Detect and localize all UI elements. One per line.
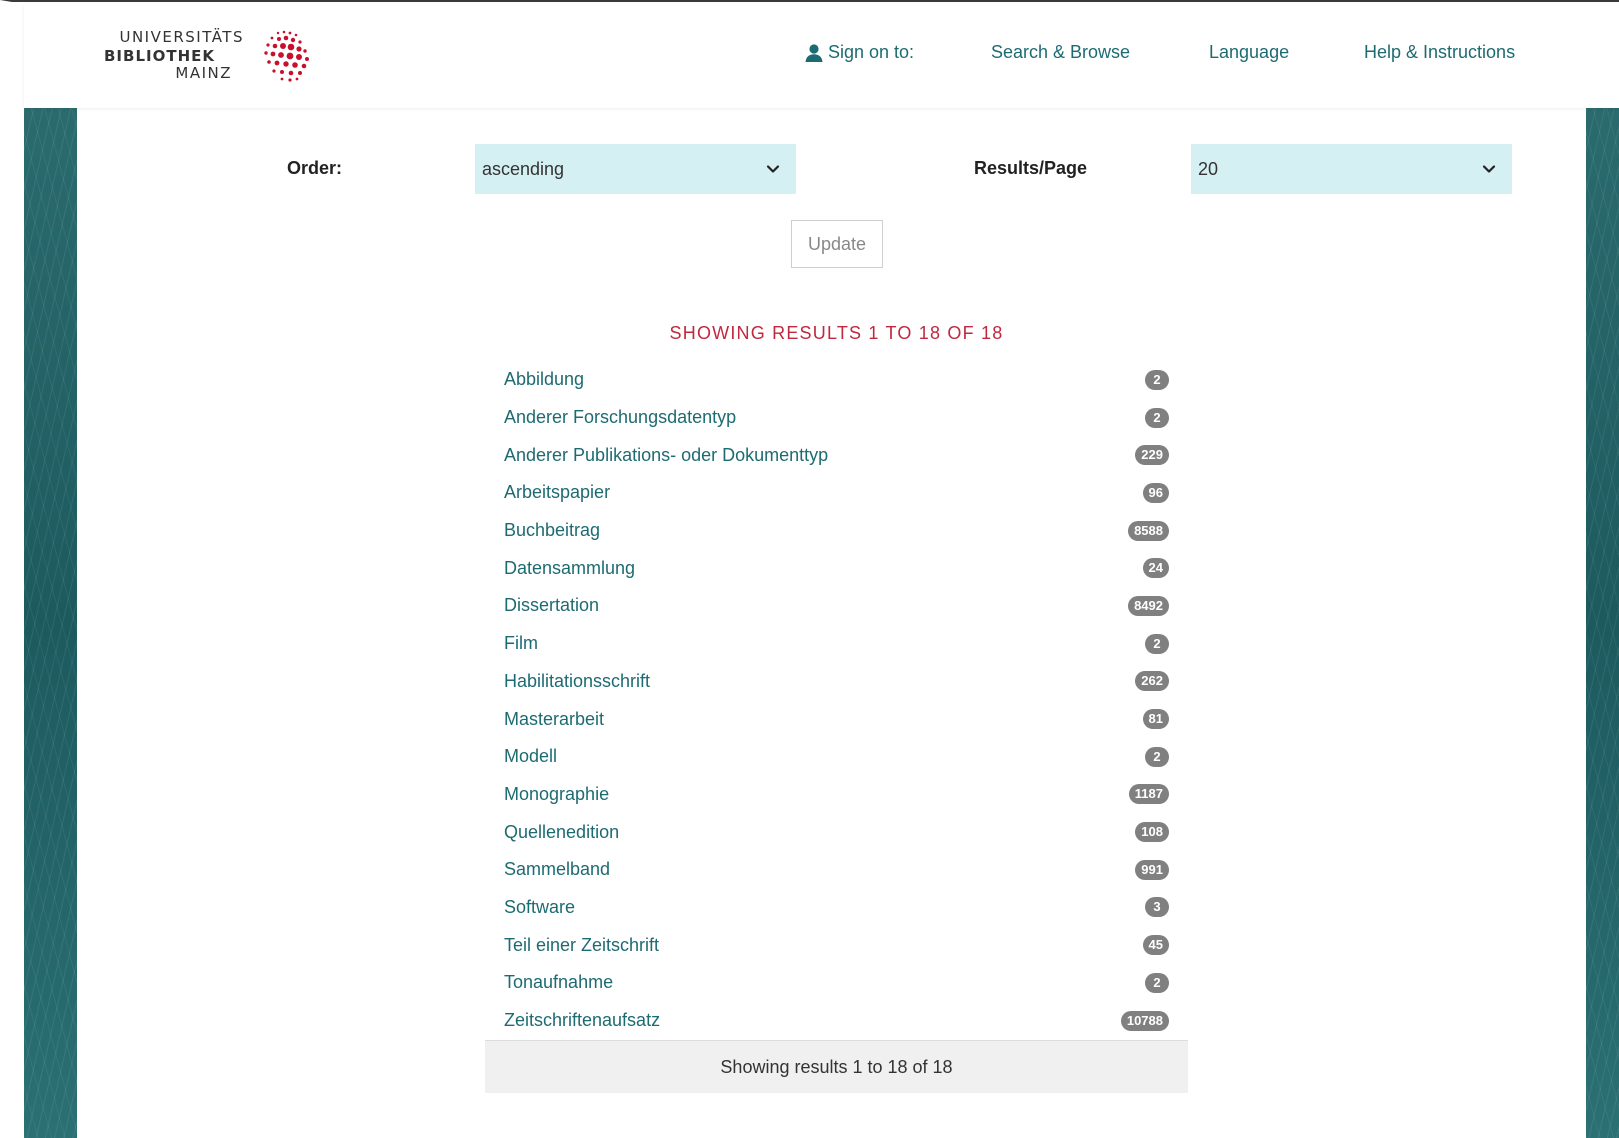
result-link[interactable]: Modell <box>504 746 557 767</box>
result-link[interactable]: Film <box>504 633 538 654</box>
browser-frame: UNIVERSITÄTS BIBLIOTHEK MAINZ Sign on to… <box>0 0 1619 1138</box>
result-link[interactable]: Teil einer Zeitschrift <box>504 935 659 956</box>
count-badge: 96 <box>1142 482 1169 503</box>
count-badge: 24 <box>1142 558 1169 579</box>
update-button[interactable]: Update <box>791 220 883 268</box>
count-badge: 45 <box>1142 935 1169 956</box>
count-badge: 229 <box>1135 445 1169 466</box>
list-item: Quellenedition 108 <box>485 813 1188 851</box>
list-item: Tonaufnahme 2 <box>485 964 1188 1002</box>
sign-on-label: Sign on to: <box>828 42 915 62</box>
list-item: Sammelband 991 <box>485 851 1188 889</box>
count-badge: 991 <box>1135 859 1169 880</box>
result-link[interactable]: Zeitschriftenaufsatz <box>504 1010 660 1031</box>
list-item: Habilitationsschrift 262 <box>485 663 1188 701</box>
result-link[interactable]: Quellenedition <box>504 822 619 843</box>
result-link[interactable]: Tonaufnahme <box>504 972 613 993</box>
order-select[interactable]: ascending <box>475 144 796 194</box>
result-link[interactable]: Anderer Publikations- oder Dokumenttyp <box>504 445 828 466</box>
result-link[interactable]: Anderer Forschungsdatentyp <box>504 407 736 428</box>
site-header: UNIVERSITÄTS BIBLIOTHEK MAINZ Sign on to… <box>24 4 1619 108</box>
logo-line-1: UNIVERSITÄTS <box>119 28 244 46</box>
nav-search-browse[interactable]: Search & Browse <box>991 42 1130 63</box>
list-item: Anderer Forschungsdatentyp 2 <box>485 399 1188 437</box>
side-decoration-left <box>24 108 77 1138</box>
chevron-down-icon <box>1482 165 1496 173</box>
nav-help-instructions[interactable]: Help & Instructions <box>1364 42 1515 63</box>
list-item: Buchbeitrag 8588 <box>485 512 1188 550</box>
count-badge: 3 <box>1145 897 1169 918</box>
chevron-down-icon <box>766 165 780 173</box>
logo-dots-icon <box>264 30 309 82</box>
results-footer: Showing results 1 to 18 of 18 <box>485 1040 1188 1093</box>
logo-line-3: MAINZ <box>175 64 232 82</box>
count-badge: 2 <box>1145 407 1169 428</box>
count-badge: 2 <box>1145 746 1169 767</box>
count-badge: 10788 <box>1120 1010 1169 1031</box>
count-badge: 81 <box>1142 709 1169 730</box>
result-link[interactable]: Buchbeitrag <box>504 520 600 541</box>
user-icon <box>805 43 823 62</box>
result-link[interactable]: Arbeitspapier <box>504 482 610 503</box>
count-badge: 8492 <box>1128 595 1169 616</box>
list-item: Software 3 <box>485 889 1188 927</box>
nav-language[interactable]: Language <box>1209 42 1289 63</box>
list-item: Teil einer Zeitschrift 45 <box>485 926 1188 964</box>
list-item: Film 2 <box>485 625 1188 663</box>
count-badge: 108 <box>1135 822 1169 843</box>
nav-sign-on[interactable]: Sign on to: <box>804 42 914 63</box>
list-item: Modell 2 <box>485 738 1188 776</box>
results-list: Abbildung 2 Anderer Forschungsdatentyp 2 And… <box>485 361 1188 1039</box>
result-link[interactable]: Masterarbeit <box>504 709 604 730</box>
result-link[interactable]: Software <box>504 897 575 918</box>
count-badge: 2 <box>1145 369 1169 390</box>
result-link[interactable]: Datensammlung <box>504 558 635 579</box>
result-link[interactable]: Sammelband <box>504 859 610 880</box>
results-per-page-value: 20 <box>1198 158 1219 179</box>
result-link[interactable]: Dissertation <box>504 595 599 616</box>
count-badge: 262 <box>1135 671 1169 692</box>
list-item: Datensammlung 24 <box>485 549 1188 587</box>
order-label: Order: <box>287 158 343 178</box>
list-item: Monographie 1187 <box>485 776 1188 814</box>
result-link[interactable]: Monographie <box>504 784 609 805</box>
count-badge: 8588 <box>1128 520 1169 541</box>
main-content: Order: ascending Results/Page 20 Update … <box>77 108 1586 1138</box>
list-item: Masterarbeit 81 <box>485 700 1188 738</box>
results-per-page-label: Results/Page <box>974 158 1088 178</box>
list-item: Zeitschriftenaufsatz 10788 <box>485 1002 1188 1040</box>
count-badge: 2 <box>1145 633 1169 654</box>
list-item: Anderer Publikations- oder Dokumenttyp 22… <box>485 436 1188 474</box>
results-heading: SHOWING RESULTS 1 TO 18 OF 18 <box>669 323 1004 343</box>
count-badge: 1187 <box>1128 784 1169 805</box>
order-select-value: ascending <box>482 158 565 179</box>
list-item: Arbeitspapier 96 <box>485 474 1188 512</box>
results-per-page-select[interactable]: 20 <box>1191 144 1512 194</box>
list-item: Abbildung 2 <box>485 361 1188 399</box>
list-item: Dissertation 8492 <box>485 587 1188 625</box>
result-link[interactable]: Habilitationsschrift <box>504 671 650 692</box>
logo-wordmark: UNIVERSITÄTS BIBLIOTHEK MAINZ <box>104 28 254 83</box>
side-decoration-right <box>1586 108 1619 1138</box>
result-link[interactable]: Abbildung <box>504 369 584 390</box>
site-logo[interactable]: UNIVERSITÄTS BIBLIOTHEK MAINZ <box>104 28 334 88</box>
count-badge: 2 <box>1145 972 1169 993</box>
